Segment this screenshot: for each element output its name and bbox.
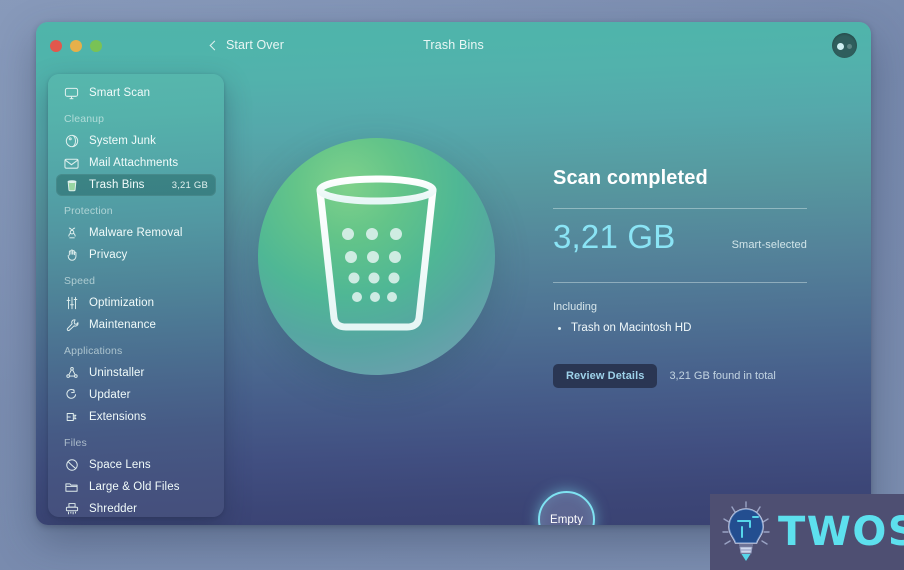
sidebar-item-label: Maintenance <box>89 319 156 331</box>
sidebar-item-label: Malware Removal <box>89 227 183 239</box>
sidebar-item-label: Optimization <box>89 297 155 309</box>
sidebar-item-shredder[interactable]: Shredder <box>56 498 216 517</box>
sidebar-item-smart-scan[interactable]: Smart Scan <box>56 82 216 104</box>
sidebar-item-maintenance[interactable]: Maintenance <box>56 314 216 336</box>
mail-envelope-icon <box>63 155 80 172</box>
sidebar-group-applications: Applications <box>64 345 123 357</box>
minimize-window-button[interactable] <box>70 40 82 52</box>
sidebar-item-label: Trash Bins <box>89 179 145 191</box>
sidebar-item-label: System Junk <box>89 135 156 147</box>
total-found-label: 3,21 GB found in total <box>669 370 776 382</box>
uninstaller-icon <box>63 365 80 382</box>
trash-bin-icon <box>63 177 80 194</box>
window-titlebar <box>36 22 871 70</box>
sidebar-item-label: Space Lens <box>89 459 151 471</box>
bullet-icon <box>558 326 561 330</box>
total-size-value: 3,21 GB <box>553 218 676 255</box>
sidebar-item-label: Privacy <box>89 249 128 261</box>
review-details-button[interactable]: Review Details <box>553 364 658 388</box>
empty-button[interactable]: Empty <box>538 491 595 525</box>
sidebar-item-label: Shredder <box>89 503 138 515</box>
shredder-icon <box>63 501 80 518</box>
sidebar-group-files: Files <box>64 437 87 449</box>
trash-bin-large-icon <box>258 138 495 375</box>
system-junk-icon <box>63 133 80 150</box>
divider-top <box>553 208 807 209</box>
close-window-button[interactable] <box>50 40 62 52</box>
list-item-label: Trash on Macintosh HD <box>571 322 692 334</box>
sidebar-item-label: Updater <box>89 389 131 401</box>
sidebar-item-label: Extensions <box>89 411 147 423</box>
sidebar-item-malware-removal[interactable]: Malware Removal <box>56 222 216 244</box>
app-window: Start Over Trash Bins Scan completed 3,2… <box>36 22 871 525</box>
divider-bottom <box>553 282 807 283</box>
including-label: Including <box>553 301 598 313</box>
sidebar-item-space-lens[interactable]: Space Lens <box>56 454 216 476</box>
sidebar-item-label: Uninstaller <box>89 367 145 379</box>
size-summary-row: 3,21 GB Smart-selected <box>553 220 807 264</box>
updater-arrow-icon <box>63 387 80 404</box>
sidebar-item-size: 3,21 GB <box>171 179 208 191</box>
scan-result-panel: Scan completed 3,21 GB Smart-selected In… <box>553 167 815 388</box>
twos-wordmark: TWOS <box>778 509 904 555</box>
sliders-icon <box>63 295 80 312</box>
sidebar-group-speed: Speed <box>64 275 96 287</box>
sidebar-item-privacy[interactable]: Privacy <box>56 244 216 266</box>
empty-button-label: Empty <box>549 513 584 526</box>
space-lens-icon <box>63 457 80 474</box>
sidebar-item-mail-attachments[interactable]: Mail Attachments <box>56 152 216 174</box>
including-list: Trash on Macintosh HD <box>553 322 815 334</box>
sidebar-item-updater[interactable]: Updater <box>56 384 216 406</box>
sidebar-item-trash-bins[interactable]: Trash Bins 3,21 GB <box>56 174 216 196</box>
folder-icon <box>63 479 80 496</box>
selection-mode-label: Smart-selected <box>731 239 807 251</box>
sidebar-group-protection: Protection <box>64 205 113 217</box>
biohazard-icon <box>63 225 80 242</box>
wrench-icon <box>63 317 80 334</box>
hand-privacy-icon <box>63 247 80 264</box>
sidebar-item-optimization[interactable]: Optimization <box>56 292 216 314</box>
sidebar: Smart Scan Cleanup System Junk Mail Attachm… <box>48 74 224 517</box>
lightbulb-circuit-icon <box>720 501 772 563</box>
sidebar-item-large-old-files[interactable]: Large & Old Files <box>56 476 216 498</box>
sidebar-group-cleanup: Cleanup <box>64 113 105 125</box>
sidebar-item-label: Smart Scan <box>89 87 151 99</box>
desktop-background: Start Over Trash Bins Scan completed 3,2… <box>0 0 904 570</box>
sidebar-item-uninstaller[interactable]: Uninstaller <box>56 362 216 384</box>
action-row: Review Details 3,21 GB found in total <box>553 364 815 388</box>
sidebar-item-extensions[interactable]: Extensions <box>56 406 216 428</box>
sidebar-item-system-junk[interactable]: System Junk <box>56 130 216 152</box>
extensions-icon <box>63 409 80 426</box>
sidebar-item-label: Large & Old Files <box>89 481 180 493</box>
sidebar-item-label: Mail Attachments <box>89 157 179 169</box>
traffic-lights <box>50 40 102 52</box>
list-item: Trash on Macintosh HD <box>553 322 815 334</box>
scan-status-heading: Scan completed <box>553 167 708 189</box>
smart-scan-icon <box>63 85 80 102</box>
maximize-window-button[interactable] <box>90 40 102 52</box>
twos-watermark: TWOS <box>710 494 904 570</box>
